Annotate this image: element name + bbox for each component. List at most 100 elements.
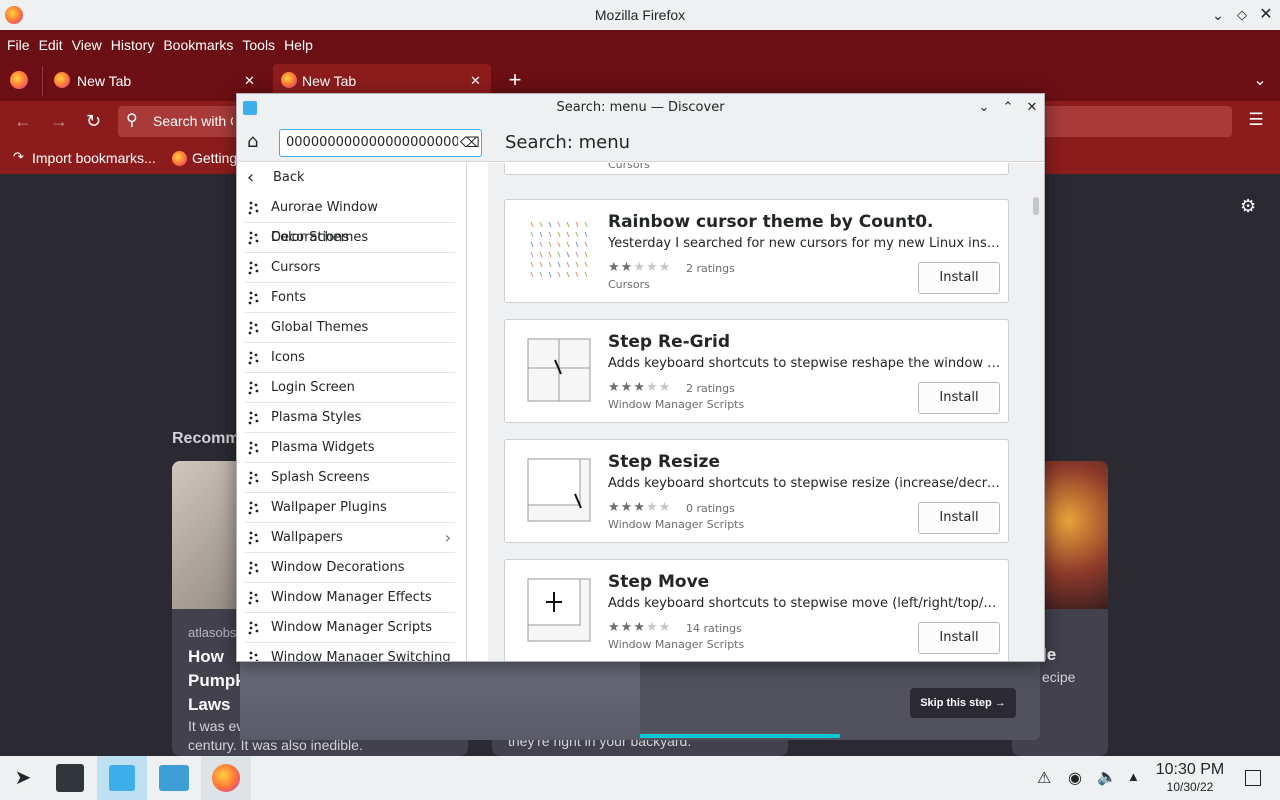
volume-icon[interactable]: 🔈 [1097, 767, 1117, 787]
category-icon [248, 561, 259, 575]
category-item[interactable]: Window Decorations [245, 553, 455, 583]
notifications-icon[interactable]: ⚠ [1037, 768, 1051, 788]
category-icon [248, 381, 259, 395]
system-settings-icon[interactable] [56, 764, 84, 792]
category-item[interactable]: Fonts [245, 283, 455, 313]
window-title: Mozilla Firefox [594, 7, 686, 23]
install-button[interactable]: Install [918, 262, 1000, 294]
install-button[interactable]: Install [918, 382, 1000, 414]
bookmark-getting-started[interactable]: Getting Started [192, 150, 236, 166]
result-name: Step Re-Grid [608, 332, 730, 352]
back-button[interactable]: ‹ Back [247, 163, 457, 193]
category-label: Icons [271, 350, 305, 365]
menu-file[interactable]: File [7, 30, 30, 60]
discover-task-icon[interactable] [97, 756, 147, 800]
minimize-icon[interactable]: ⌄ [1208, 4, 1228, 26]
bookmark-import[interactable]: Import bookmarks... [32, 150, 156, 166]
hamburger-menu-icon[interactable]: ☰ [1246, 109, 1266, 131]
discover-window: Search: menu — Discover ⌄ ⌃ ✕ ⌂ 00000000… [236, 93, 1045, 662]
category-item[interactable]: Plasma Widgets [245, 433, 455, 463]
firefox-view-icon[interactable] [10, 71, 28, 89]
category-icon [248, 261, 259, 275]
category-label: Fonts [271, 290, 307, 305]
story-title: How Pumpkin Laws Led to the World [188, 647, 242, 714]
category-item[interactable]: Color Schemes [245, 223, 455, 253]
menu-history[interactable]: History [111, 30, 155, 60]
category-icon [248, 621, 259, 635]
result-card[interactable]: Step Move Adds keyboard shortcuts to step… [504, 559, 1009, 661]
discover-toolbar: ⌂ 0000000000000000000000000 ⌫ Search: me… [237, 122, 1044, 162]
ratings-count: 14 ratings [686, 622, 742, 635]
result-card[interactable]: Step Re-Grid Adds keyboard shortcuts to s… [504, 319, 1009, 423]
category-label: Color Schemes [271, 230, 369, 245]
result-category: Cursors [608, 278, 650, 291]
url-bar-placeholder: Search with Google or enter address [153, 113, 233, 129]
clear-search-icon[interactable]: ⌫ [460, 130, 480, 156]
result-description: Adds keyboard shortcuts to stepwise move… [608, 596, 1003, 611]
list-all-tabs-icon[interactable]: ⌄ [1249, 66, 1271, 96]
skip-step-button[interactable]: Skip this step → [910, 688, 1016, 718]
search-input[interactable]: 0000000000000000000000000 ⌫ [279, 129, 482, 157]
minimize-icon[interactable]: ⌄ [973, 94, 995, 122]
back-arrow-icon[interactable]: ← [14, 110, 34, 132]
category-item[interactable]: Login Screen [245, 373, 455, 403]
chevron-left-icon: ‹ [247, 167, 255, 188]
clock-time[interactable]: 10:30 PM [1150, 761, 1230, 779]
forward-arrow-icon[interactable]: → [50, 110, 70, 132]
app-launcher-icon[interactable]: ➤ [10, 764, 36, 792]
result-category: Cursors [608, 163, 650, 171]
result-category: Window Manager Scripts [608, 638, 745, 651]
result-card[interactable]: Rainbow cursor theme by Count0. Yesterday… [504, 199, 1009, 303]
category-item[interactable]: Splash Screens [245, 463, 455, 493]
category-item[interactable]: Window Manager Scripts [245, 613, 455, 643]
category-item[interactable]: Aurorae Window Decorations [245, 193, 455, 245]
rating-stars: ★★★★★ [608, 620, 672, 635]
install-button[interactable]: Install [918, 622, 1000, 654]
menu-tools[interactable]: Tools [242, 30, 275, 60]
close-icon[interactable]: ✕ [1021, 94, 1043, 122]
menu-view[interactable]: View [72, 30, 102, 60]
file-manager-icon[interactable] [159, 765, 189, 791]
home-icon[interactable]: ⌂ [247, 132, 267, 152]
network-icon[interactable]: ◉ [1068, 768, 1082, 788]
firefox-favicon-icon [281, 72, 297, 88]
result-description: Adds keyboard shortcuts to stepwise resh… [608, 356, 1003, 371]
show-desktop-icon[interactable] [1245, 770, 1261, 786]
category-item[interactable]: Plasma Styles [245, 403, 455, 433]
category-label: Window Manager Switching ... [271, 650, 451, 661]
category-item[interactable]: Window Manager Effects [245, 583, 455, 613]
category-item[interactable]: Window Manager Switching ... [245, 643, 455, 661]
category-icon [248, 321, 259, 335]
firefox-task-icon[interactable] [201, 756, 251, 800]
new-tab-button[interactable]: + [504, 66, 526, 96]
category-item[interactable]: Global Themes [245, 313, 455, 343]
category-icon [248, 231, 259, 245]
system-tray-expand-icon[interactable]: ▲ [1127, 769, 1140, 784]
category-item[interactable]: Icons [245, 343, 455, 373]
story-source: atlasobscura.com [188, 625, 238, 640]
menu-help[interactable]: Help [284, 30, 313, 60]
page-title: Search: menu [505, 132, 631, 153]
tab-new-tab-1[interactable]: New Tab ✕ [46, 64, 266, 98]
results-scrollbar[interactable] [1033, 197, 1039, 215]
reload-icon[interactable]: ↻ [86, 110, 106, 132]
category-item[interactable]: Wallpapers › [245, 523, 455, 553]
category-label: Window Manager Scripts [271, 620, 432, 635]
category-icon [248, 411, 259, 425]
clock-date: 10/30/22 [1166, 780, 1214, 794]
onboarding-panel: Skip this step → [240, 662, 1040, 740]
settings-gear-icon[interactable]: ⚙ [1240, 196, 1256, 217]
close-icon[interactable]: ✕ [1256, 4, 1276, 26]
result-description: Adds keyboard shortcuts to stepwise resi… [608, 476, 1003, 491]
maximize-icon[interactable]: ⌃ [997, 94, 1019, 122]
category-item[interactable]: Wallpaper Plugins [245, 493, 455, 523]
category-label: Plasma Styles [271, 410, 362, 425]
install-button[interactable]: Install [918, 502, 1000, 534]
firefox-favicon-icon [172, 151, 187, 166]
menu-edit[interactable]: Edit [39, 30, 63, 60]
menu-bookmarks[interactable]: Bookmarks [163, 30, 233, 60]
result-card[interactable]: Step Resize Adds keyboard shortcuts to st… [504, 439, 1009, 543]
category-item[interactable]: Cursors [245, 253, 455, 283]
result-card-partial[interactable]: Cursors [504, 163, 1009, 175]
maximize-icon[interactable]: ◇ [1232, 4, 1252, 26]
